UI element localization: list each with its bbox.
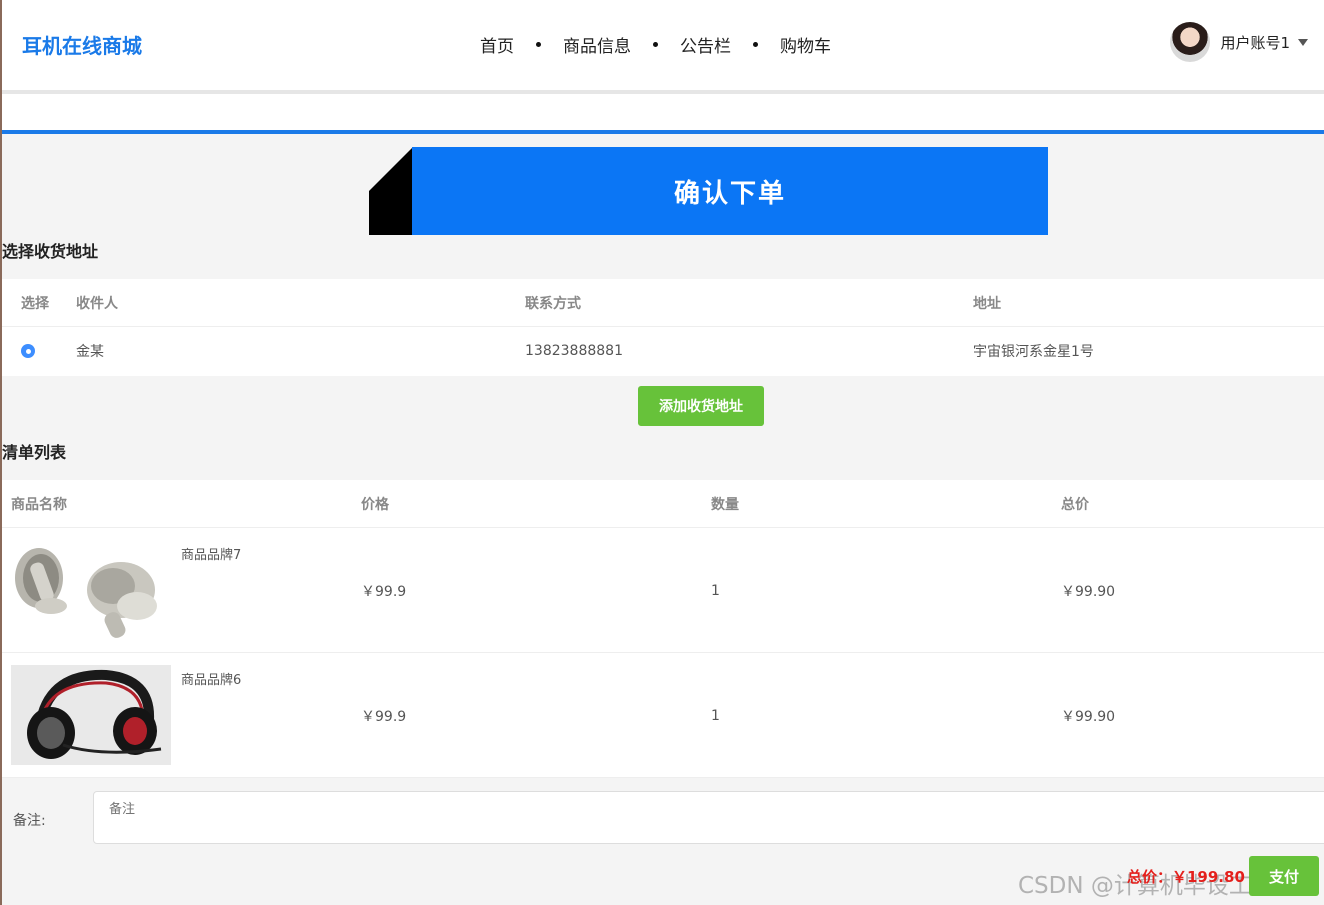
pay-button[interactable]: 支付 [1249, 856, 1319, 896]
col-select: 选择 [21, 296, 49, 312]
table-row[interactable]: 金某 13823888881 宇宙银河系金星1号 [2, 327, 1324, 375]
address-section-title: 选择收货地址 [2, 242, 99, 261]
cart-table-header: 商品名称 价格 数量 总价 [2, 480, 1324, 528]
nav-home[interactable]: 首页 [480, 32, 514, 57]
product-total: ￥99.90 [1061, 708, 1116, 725]
product-quantity: 1 [711, 707, 720, 724]
product-price: ￥99.9 [361, 708, 407, 725]
product-price: ￥99.9 [361, 583, 407, 600]
cart-table: 商品名称 价格 数量 总价 商品品牌7 ￥99.9 1 ￥99.90 商品品牌6… [2, 480, 1324, 778]
avatar[interactable] [1170, 22, 1211, 62]
chevron-down-icon[interactable] [1298, 38, 1308, 46]
nav-separator [753, 42, 758, 47]
header-spacer [2, 94, 1324, 130]
recipient-name: 金某 [76, 344, 104, 360]
user-menu[interactable]: 用户账号1 [1170, 22, 1308, 62]
address-radio[interactable] [21, 327, 35, 375]
col-price: 价格 [361, 497, 389, 513]
banner-corner-decoration [369, 147, 413, 235]
col-recipient: 收件人 [76, 296, 118, 312]
recipient-address: 宇宙银河系金星1号 [973, 344, 1094, 360]
headset-image[interactable] [11, 665, 171, 765]
radio-selected-icon[interactable] [21, 344, 35, 358]
accent-line [2, 130, 1324, 134]
col-product-name: 商品名称 [11, 497, 67, 513]
user-name[interactable]: 用户账号1 [1220, 32, 1290, 53]
earbuds-image[interactable] [11, 540, 171, 640]
nav-separator [536, 42, 541, 47]
page-title: 确认下单 [673, 178, 786, 209]
remark-label: 备注: [13, 813, 46, 829]
product-total: ￥99.90 [1061, 583, 1116, 600]
order-total: 总价：￥199.80 [1127, 868, 1245, 886]
col-quantity: 数量 [711, 497, 739, 513]
product-name[interactable]: 商品品牌6 [181, 669, 241, 688]
cart-section-title: 清单列表 [2, 443, 67, 462]
product-name[interactable]: 商品品牌7 [181, 544, 241, 563]
site-logo[interactable]: 耳机在线商城 [22, 30, 142, 59]
table-row: 商品品牌7 ￥99.9 1 ￥99.90 [2, 528, 1324, 653]
nav-separator [653, 42, 658, 47]
table-row: 商品品牌6 ￥99.9 1 ￥99.90 [2, 653, 1324, 778]
add-address-button[interactable]: 添加收货地址 [638, 386, 764, 426]
product-quantity: 1 [711, 582, 720, 599]
top-header: 耳机在线商城 首页 商品信息 公告栏 购物车 用户账号1 [2, 0, 1324, 90]
address-table: 选择 收件人 联系方式 地址 金某 13823888881 宇宙银河系金星1号 [2, 279, 1324, 376]
page-title-banner: 确认下单 [412, 147, 1048, 235]
nav-cart[interactable]: 购物车 [780, 32, 831, 57]
nav-products[interactable]: 商品信息 [563, 32, 631, 57]
col-address: 地址 [973, 296, 1001, 312]
address-table-header: 选择 收件人 联系方式 地址 [2, 279, 1324, 327]
recipient-phone: 13823888881 [525, 343, 623, 359]
col-total: 总价 [1061, 497, 1089, 513]
main-nav: 首页 商品信息 公告栏 购物车 [480, 32, 831, 57]
nav-notices[interactable]: 公告栏 [680, 32, 731, 57]
remark-input[interactable] [93, 791, 1324, 844]
col-phone: 联系方式 [525, 296, 581, 312]
